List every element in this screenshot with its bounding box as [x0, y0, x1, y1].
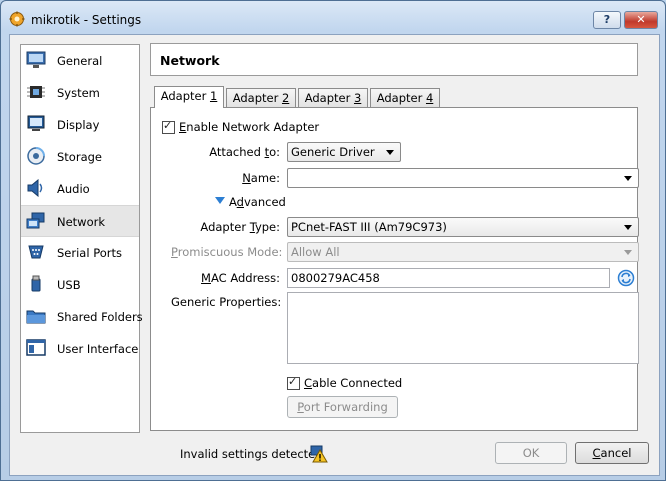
name-select[interactable] — [287, 168, 639, 188]
sidebar-item-system[interactable]: System — [21, 77, 139, 109]
virtualbox-app-icon — [9, 11, 25, 27]
close-icon: ✕ — [636, 13, 646, 26]
warning-icon — [310, 445, 328, 463]
usb-icon — [31, 275, 41, 292]
sidebar-item-storage[interactable]: Storage — [21, 141, 139, 173]
attached-to-select[interactable]: Generic Driver — [287, 142, 401, 162]
sidebar-item-shared-folders[interactable]: Shared Folders — [21, 301, 143, 333]
tab-adapter-3[interactable]: Adapter 3 — [298, 88, 368, 107]
port-forwarding-button[interactable]: Port Forwarding — [287, 396, 398, 418]
sidebar-item-usb[interactable]: USB — [21, 269, 139, 301]
sidebar-item-general[interactable]: General — [21, 45, 139, 77]
chip-icon — [27, 86, 45, 98]
speaker-icon — [27, 179, 43, 197]
tab-label-key: 3 — [353, 91, 362, 105]
chevron-down-icon — [624, 225, 632, 230]
sidebar-item-label: Shared Folders — [57, 310, 143, 324]
page-title: Network — [160, 53, 220, 68]
promiscuous-mode-select: Allow All — [287, 242, 639, 262]
storage-icon — [27, 147, 45, 165]
mac-address-value: 0800279AC458 — [291, 271, 380, 285]
tab-adapter-1[interactable]: Adapter 1 — [154, 86, 224, 108]
sidebar-item-audio[interactable]: Audio — [21, 173, 139, 205]
mac-address-input[interactable]: 0800279AC458 — [287, 268, 610, 288]
adapter-type-value: PCnet-FAST III (Am79C973) — [291, 220, 447, 234]
tab-label-key: 1 — [209, 89, 218, 103]
monitor-icon — [26, 51, 46, 68]
sidebar-item-label: Serial Ports — [57, 246, 122, 260]
tab-label-key: 2 — [281, 91, 290, 105]
tab-label: Adapter — [376, 91, 426, 105]
dialog-body: General System Display Storage Audio Net… — [9, 34, 660, 476]
adapter-type-select[interactable]: PCnet-FAST III (Am79C973) — [287, 217, 639, 237]
tab-label: Adapter — [304, 91, 354, 105]
tab-adapter-2[interactable]: Adapter 2 — [226, 88, 296, 107]
expand-arrow-icon[interactable] — [215, 197, 225, 205]
attached-to-label: Attached to: — [209, 145, 280, 159]
user-interface-icon — [26, 339, 46, 356]
generic-properties-label: Generic Properties: — [171, 295, 282, 309]
adapter-type-label: Adapter Type: — [200, 220, 280, 234]
close-button[interactable]: ✕ — [624, 11, 658, 29]
cable-connected-checkbox[interactable] — [287, 375, 300, 390]
name-label: Name: — [242, 171, 280, 185]
title-bar[interactable]: mikrotik - Settings ? ✕ — [1, 1, 665, 37]
settings-window: mikrotik - Settings ? ✕ General System D… — [0, 0, 666, 481]
network-icon — [26, 212, 45, 229]
chevron-down-icon — [624, 250, 632, 255]
window-title: mikrotik - Settings — [31, 13, 142, 27]
tab-label: Adapter — [232, 91, 282, 105]
adapter-panel: Enable Network Adapter Attached to: Gene… — [150, 107, 639, 431]
chevron-down-icon — [624, 176, 632, 181]
sidebar-item-network[interactable]: Network — [21, 205, 139, 237]
enable-adapter-checkbox[interactable] — [162, 119, 175, 134]
sidebar-item-label: Storage — [57, 150, 102, 164]
sidebar-item-label: Network — [57, 215, 106, 229]
cable-connected-label[interactable]: Cable Connected — [304, 376, 402, 390]
display-icon — [27, 115, 45, 131]
sidebar-item-label: User Interface — [57, 342, 139, 356]
mac-address-label: MAC Address: — [201, 271, 280, 285]
cancel-button[interactable]: Cancel — [575, 442, 649, 464]
attached-to-value: Generic Driver — [291, 145, 375, 159]
sidebar-item-label: Display — [57, 118, 100, 132]
sidebar-item-label: General — [57, 54, 103, 68]
refresh-mac-icon[interactable] — [617, 269, 635, 287]
sidebar-item-display[interactable]: Display — [21, 109, 139, 141]
settings-category-list: General System Display Storage Audio Net… — [20, 44, 143, 433]
chevron-down-icon — [386, 150, 394, 155]
status-message: Invalid settings detected — [180, 447, 323, 461]
tab-label-key: 4 — [425, 91, 434, 105]
sidebar-item-label: USB — [57, 278, 81, 292]
sidebar-item-label: Audio — [57, 182, 90, 196]
enable-adapter-label[interactable]: Enable Network Adapter — [179, 120, 319, 134]
advanced-toggle[interactable]: Advanced — [229, 195, 286, 209]
sidebar-item-serial-ports[interactable]: Serial Ports — [21, 237, 139, 269]
sidebar-item-user-interface[interactable]: User Interface — [21, 333, 139, 365]
promiscuous-mode-label: Promiscuous Mode: — [171, 245, 283, 259]
tab-adapter-4[interactable]: Adapter 4 — [370, 88, 440, 107]
serial-port-icon — [28, 245, 44, 259]
tab-label: Adapter — [160, 89, 210, 103]
promiscuous-mode-value: Allow All — [291, 245, 340, 259]
help-button[interactable]: ? — [593, 11, 621, 29]
sidebar-item-label: System — [57, 86, 100, 100]
folder-icon — [26, 310, 46, 324]
generic-properties-textarea[interactable] — [287, 292, 639, 364]
ok-button[interactable]: OK — [495, 442, 567, 464]
page-header: Network — [150, 43, 638, 76]
